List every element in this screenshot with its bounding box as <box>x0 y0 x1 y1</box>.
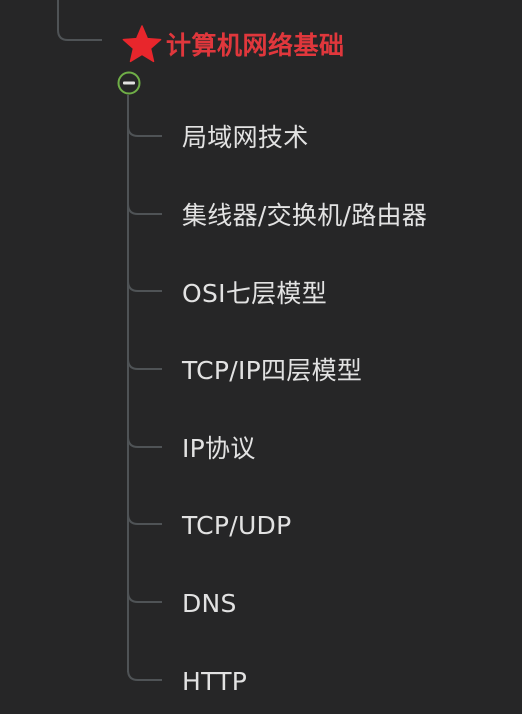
branch-connector <box>127 513 162 525</box>
branch-connector <box>127 669 162 681</box>
branch-connector <box>127 280 162 292</box>
topic-node-root[interactable]: 计算机网络基础 <box>122 22 345 66</box>
subtopic-label: 集线器/交换机/路由器 <box>182 201 428 230</box>
star-icon <box>122 25 162 63</box>
subtopic-node[interactable]: DNS <box>182 583 237 623</box>
subtopic-label: DNS <box>182 588 237 618</box>
subtopic-node[interactable]: IP协议 <box>182 427 256 467</box>
topic-node-label: 计算机网络基础 <box>166 31 345 60</box>
branch-connector <box>127 358 162 370</box>
branch-connector <box>127 591 162 603</box>
subtopic-node[interactable]: OSI七层模型 <box>182 272 327 312</box>
subtopic-label: IP协议 <box>182 434 256 463</box>
branch-connector <box>127 203 162 215</box>
collapse-button[interactable] <box>117 71 141 95</box>
subtopic-node[interactable]: TCP/IP四层模型 <box>182 349 362 389</box>
subtopic-node[interactable]: 集线器/交换机/路由器 <box>182 194 427 234</box>
subtopic-node[interactable]: 局域网技术 <box>182 116 309 156</box>
branch-connector <box>127 436 162 448</box>
minus-circle-icon <box>123 81 135 85</box>
subtopic-label: 局域网技术 <box>182 123 309 152</box>
subtopic-label: OSI七层模型 <box>182 279 328 308</box>
subtopic-node[interactable]: TCP/UDP <box>182 505 292 545</box>
branch-connector <box>127 125 162 137</box>
subtopic-label: TCP/UDP <box>182 510 292 540</box>
subtopic-node[interactable]: HTTP <box>182 661 247 701</box>
subtopic-label: HTTP <box>182 666 248 696</box>
subtopic-label: TCP/IP四层模型 <box>182 356 363 385</box>
parent-connector <box>57 0 102 41</box>
